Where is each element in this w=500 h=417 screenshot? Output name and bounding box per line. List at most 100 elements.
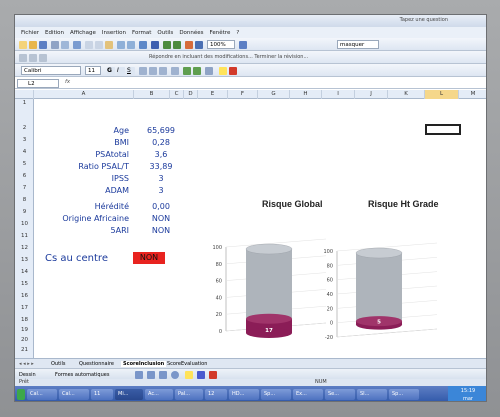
row-header[interactable]: 1 [15, 100, 34, 106]
column-header[interactable]: J [355, 90, 388, 99]
font-name-select[interactable]: Calibri [21, 66, 81, 75]
column-header[interactable]: G [258, 90, 290, 99]
print-icon[interactable] [51, 41, 59, 49]
menu-affichage[interactable]: Affichage [68, 30, 98, 36]
taskbar-item[interactable]: Sp... [261, 389, 291, 400]
track-icon[interactable] [39, 54, 47, 62]
taskbar-item[interactable]: Sp... [389, 389, 419, 400]
review-icon[interactable] [19, 54, 27, 62]
percent-icon[interactable] [193, 67, 201, 75]
select-all-corner[interactable] [15, 90, 34, 99]
chart-wizard-icon[interactable] [185, 41, 193, 49]
taskbar-item[interactable]: Ex... [293, 389, 323, 400]
taskbar-item[interactable]: SI... [357, 389, 387, 400]
row-header[interactable]: 3 [15, 137, 34, 143]
fill-color-icon[interactable] [219, 67, 227, 75]
autoshapes-menu[interactable]: Formes automatiques [55, 372, 109, 378]
line-color-icon[interactable] [197, 371, 205, 379]
arrow-icon[interactable] [147, 371, 155, 379]
tab-outils[interactable]: Outils [51, 361, 65, 367]
drawing-icon[interactable] [195, 41, 203, 49]
font-size-select[interactable]: 11 [85, 66, 101, 75]
menu-fichier[interactable]: Fichier [19, 30, 41, 36]
taskbar-item[interactable]: HD... [229, 389, 259, 400]
font-color-icon[interactable] [229, 67, 237, 75]
sheet-grid[interactable]: Age 65,699 BMI 0,28 PSAtotal 3,6 Ratio P… [34, 99, 486, 358]
row-header[interactable]: 11 [15, 233, 34, 239]
row-header[interactable]: 10 [15, 221, 34, 227]
tab-score-evaluation[interactable]: ScoreEvaluation [167, 361, 207, 367]
fx-icon[interactable]: fx [65, 79, 70, 85]
preview-icon[interactable] [61, 41, 69, 49]
menu-help[interactable]: ? [234, 30, 241, 36]
column-header[interactable]: B [134, 90, 170, 99]
currency-icon[interactable] [183, 67, 191, 75]
sort-asc-icon[interactable] [163, 41, 171, 49]
tab-nav-arrows[interactable]: ◂ ◂ ▸ ▸ [19, 361, 34, 367]
review-reply-text[interactable]: Répondre en incluant des modifications..… [149, 54, 308, 60]
fill-icon[interactable] [185, 371, 193, 379]
row-header[interactable]: 2 [15, 125, 34, 131]
row-header[interactable]: 13 [15, 257, 34, 263]
name-box[interactable]: L2 [17, 79, 59, 88]
bold-icon[interactable]: G [107, 67, 115, 75]
taskbar-item[interactable]: Cal... [59, 389, 89, 400]
row-header[interactable]: 16 [15, 293, 34, 299]
column-header[interactable]: K [388, 90, 425, 99]
taskbar-item[interactable]: Mi... [115, 389, 143, 400]
align-center-icon[interactable] [149, 67, 157, 75]
new-file-icon[interactable] [19, 41, 27, 49]
taskbar-item[interactable]: 12 [205, 389, 227, 400]
menu-edition[interactable]: Edition [43, 30, 66, 36]
column-header[interactable]: C [170, 90, 184, 99]
row-header[interactable]: 9 [15, 209, 34, 215]
row-header[interactable]: 12 [15, 245, 34, 251]
row-header[interactable]: 4 [15, 149, 34, 155]
underline-icon[interactable]: S [127, 67, 135, 75]
cut-icon[interactable] [85, 41, 93, 49]
line-icon[interactable] [135, 371, 143, 379]
row-header[interactable]: 8 [15, 197, 34, 203]
taskbar-item[interactable]: Cal... [27, 389, 57, 400]
sort-desc-icon[interactable] [173, 41, 181, 49]
align-left-icon[interactable] [139, 67, 147, 75]
copy-icon[interactable] [95, 41, 103, 49]
column-header[interactable]: A [34, 90, 134, 99]
column-header[interactable]: M [459, 90, 486, 99]
row-header[interactable]: 21 [15, 347, 34, 353]
menu-fenetre[interactable]: Fenêtre [208, 30, 233, 36]
zoom-select[interactable]: 100% [207, 40, 235, 49]
row-header[interactable]: 17 [15, 305, 34, 311]
row-header[interactable]: 20 [15, 337, 34, 343]
style-select[interactable]: masquer [337, 40, 379, 49]
taskbar-item[interactable]: Ac... [145, 389, 173, 400]
row-header[interactable]: 5 [15, 161, 34, 167]
merge-icon[interactable] [171, 67, 179, 75]
taskbar-item[interactable]: Pal... [175, 389, 203, 400]
oval-icon[interactable] [171, 371, 179, 379]
save-icon[interactable] [39, 41, 47, 49]
row-header[interactable]: 7 [15, 185, 34, 191]
rectangle-icon[interactable] [159, 371, 167, 379]
menu-donnees[interactable]: Données [177, 30, 205, 36]
taskbar-item[interactable]: 11 [91, 389, 113, 400]
autosum-icon[interactable] [151, 41, 159, 49]
row-header[interactable]: 6 [15, 173, 34, 179]
column-header[interactable]: D [184, 90, 198, 99]
help-icon[interactable] [239, 41, 247, 49]
start-button[interactable] [17, 389, 25, 400]
menu-format[interactable]: Format [130, 30, 153, 36]
undo-icon[interactable] [117, 41, 125, 49]
indent-icon[interactable] [205, 67, 213, 75]
paste-icon[interactable] [105, 41, 113, 49]
column-header[interactable]: H [290, 90, 322, 99]
column-header[interactable]: E [198, 90, 228, 99]
row-header[interactable]: 15 [15, 281, 34, 287]
column-header[interactable]: I [322, 90, 355, 99]
row-header[interactable]: 14 [15, 269, 34, 275]
help-search-box[interactable]: Tapez une question [400, 17, 448, 23]
text-color-icon[interactable] [209, 371, 217, 379]
italic-icon[interactable]: I [117, 67, 125, 75]
row-header[interactable]: 19 [15, 327, 34, 333]
row-header[interactable]: 18 [15, 317, 34, 323]
